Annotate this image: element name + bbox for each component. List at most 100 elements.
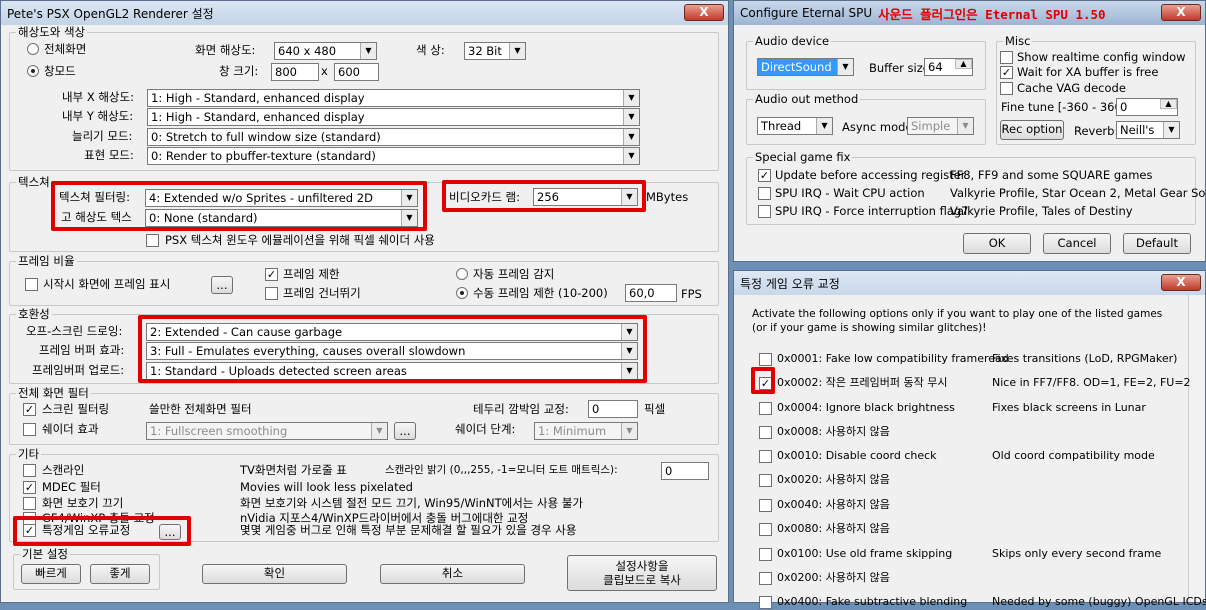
highlight-texture [51, 181, 427, 231]
scanline-desc: TV화면처럼 가로줄 표 [240, 463, 347, 477]
vram-unit: MBytes [646, 190, 689, 204]
copy-clipboard-button[interactable]: 설정사항을 클립보드로 복사 [567, 555, 717, 591]
fine-tune-input[interactable]: 0 ▲ [1116, 98, 1178, 116]
spu-irq-force-checkbox[interactable] [758, 205, 771, 218]
fix-checkbox[interactable] [759, 353, 772, 366]
fix-checkbox[interactable] [759, 548, 772, 561]
fix-label: 0x0020: 사용하지 않음 [777, 473, 890, 486]
audio-out-label: Audio out method [753, 92, 861, 106]
close-button[interactable]: X [684, 4, 724, 21]
fix-label: 0x0400: Fake subtractive blending [777, 595, 968, 608]
shader-level-select[interactable]: 1: Minimum ▼ [534, 422, 638, 440]
fps-value-input[interactable]: 60,0 [625, 284, 677, 302]
good-preset-button[interactable]: 좋게 [90, 564, 150, 584]
fix-label: 0x0010: Disable coord check [777, 449, 937, 462]
scrollbar[interactable] [1188, 295, 1205, 602]
buffer-size-input[interactable]: 64 ▲ [924, 58, 973, 76]
render-select[interactable]: 0: Render to pbuffer-texture (standard) ▼ [147, 147, 640, 165]
realtime-config-checkbox[interactable] [1000, 51, 1013, 64]
spu-cancel-button[interactable]: Cancel [1043, 233, 1111, 254]
fix-checkbox[interactable] [759, 572, 772, 585]
highlight-game-fix [13, 516, 191, 546]
vag-cache-checkbox[interactable] [1000, 82, 1013, 95]
fix-desc: Old coord compatibility mode [992, 449, 1155, 462]
screen-res-select[interactable]: 640 x 480 ▼ [274, 42, 377, 60]
xres-select[interactable]: 1: High - Standard, enhanced display ▼ [147, 89, 640, 107]
scanline-brightness-label: 스캔라인 밝기 (0,,,255, -1=모니터 도트 매트릭스): [385, 464, 618, 476]
framebuffer-upload-label: 프레임버퍼 업로드: [32, 363, 125, 377]
stretch-select[interactable]: 0: Stretch to full window size (standard… [147, 128, 640, 146]
window-mode-radio[interactable] [27, 65, 39, 77]
fix-checkbox[interactable] [759, 402, 772, 415]
audio-out-select[interactable]: Thread ▼ [757, 117, 833, 135]
shader-effect-checkbox[interactable] [23, 423, 36, 436]
xa-buffer-checkbox[interactable]: ✓ [1000, 66, 1013, 79]
manual-fps-radio[interactable] [456, 287, 468, 299]
reverb-select[interactable]: Neill's ▼ [1116, 121, 1180, 139]
realtime-config-label: Show realtime config window [1017, 50, 1186, 64]
fix-label: 0x0004: Ignore black brightness [777, 401, 955, 414]
color-select[interactable]: 32 Bit ▼ [464, 42, 526, 60]
rec-option-button[interactable]: Rec option [1000, 120, 1064, 140]
auto-fps-radio[interactable] [456, 268, 468, 280]
psx-texture-shader-label: PSX 텍스쳐 윈도우 에뮬레이션을 위해 픽셀 쉐이더 사용 [165, 233, 435, 247]
mdec-filter-label: MDEC 필터 [42, 480, 101, 494]
fast-preset-button[interactable]: 빠르게 [21, 564, 81, 584]
fix-label: 0x0040: 사용하지 않음 [777, 498, 890, 511]
spu-ok-button[interactable]: OK [963, 233, 1031, 254]
fix-desc: Skips only every second frame [992, 547, 1162, 560]
screensaver-checkbox[interactable] [23, 497, 36, 510]
fix-desc: Fixes transitions (LoD, RPGMaker) [992, 352, 1178, 365]
stretch-label: 늘리기 모드: [72, 129, 133, 143]
auto-fps-label: 자동 프레임 감지 [473, 267, 555, 281]
yres-select[interactable]: 1: High - Standard, enhanced display ▼ [147, 108, 640, 126]
spu-default-button[interactable]: Default [1123, 233, 1191, 254]
close-button[interactable]: X [1161, 274, 1201, 291]
screen-filter-label: 스크린 필터링 [42, 402, 110, 416]
update-register-checkbox[interactable]: ✓ [758, 169, 771, 182]
fix-checkbox[interactable] [759, 499, 772, 512]
window-mode-label: 창모드 [44, 64, 76, 78]
vag-cache-label: Cache VAG decode [1017, 81, 1126, 95]
fps-limit-label: 프레임 제한 [283, 267, 340, 281]
texture-group-label: 텍스쳐 [16, 175, 52, 189]
spu-irq-wait-checkbox[interactable] [758, 187, 771, 200]
screen-filter-checkbox[interactable]: ✓ [23, 403, 36, 416]
cancel-button[interactable]: 취소 [380, 564, 525, 584]
fix-checkbox[interactable] [759, 450, 772, 463]
fix-desc: Fixes black screens in Lunar [992, 401, 1146, 414]
shader-effect-select[interactable]: 1: Fullscreen smoothing ▼ [146, 422, 388, 440]
fps-limit-checkbox[interactable]: ✓ [265, 268, 278, 281]
misc-group-label: 기타 [16, 447, 42, 461]
highlight-vram [442, 180, 646, 212]
scanline-checkbox[interactable] [23, 464, 36, 477]
title-note: 사운드 플러그인은 Eternal SPU 1.50 [878, 6, 1106, 22]
edge-flicker-input[interactable]: 0 [588, 400, 638, 418]
frame-skip-checkbox[interactable] [265, 287, 278, 300]
audio-device-select[interactable]: DirectSound ▼ [757, 58, 854, 76]
close-button[interactable]: X [1161, 4, 1201, 21]
shader-options-button[interactable]: ... [394, 422, 416, 440]
fix-item-desc: Valkyrie Profile, Star Ocean 2, Metal Ge… [950, 186, 1206, 200]
fix-label: 0x0200: 사용하지 않음 [777, 571, 890, 584]
scanline-brightness-input[interactable]: 0 [661, 462, 709, 480]
show-fps-checkbox[interactable] [25, 278, 38, 291]
manual-fps-label: 수동 프레임 제한 (10-200) [473, 286, 608, 300]
async-mode-select[interactable]: Simple ▼ [907, 117, 974, 135]
fix-checkbox[interactable] [759, 523, 772, 536]
window-width-input[interactable]: 800 [271, 63, 319, 81]
fullscreen-radio[interactable] [27, 43, 39, 55]
ok-button[interactable]: 확인 [202, 564, 347, 584]
fix-label: 0x0100: Use old frame skipping [777, 547, 953, 560]
screensaver-desc: 화면 보호기와 시스템 절전 모드 끄기, Win95/WinNT에서는 사용 … [240, 496, 583, 510]
psx-texture-shader-checkbox[interactable] [146, 234, 159, 247]
window-height-input[interactable]: 600 [334, 63, 379, 81]
fix-checkbox[interactable] [759, 426, 772, 439]
resolution-group-label: 해상도와 색상 [16, 25, 88, 39]
fix-desc: Needed by some (buggy) OpenGL ICDs [992, 595, 1206, 608]
fix-item-desc: FF8, FF9 and some SQUARE games [950, 168, 1153, 182]
mdec-filter-checkbox[interactable]: ✓ [23, 481, 36, 494]
game-fix-desc: 몇몇 게임중 버그로 인해 특정 부분 문제해결 할 필요가 있을 경우 사용 [240, 523, 577, 537]
fps-options-button[interactable]: ... [211, 276, 233, 294]
fix-checkbox[interactable] [759, 474, 772, 487]
